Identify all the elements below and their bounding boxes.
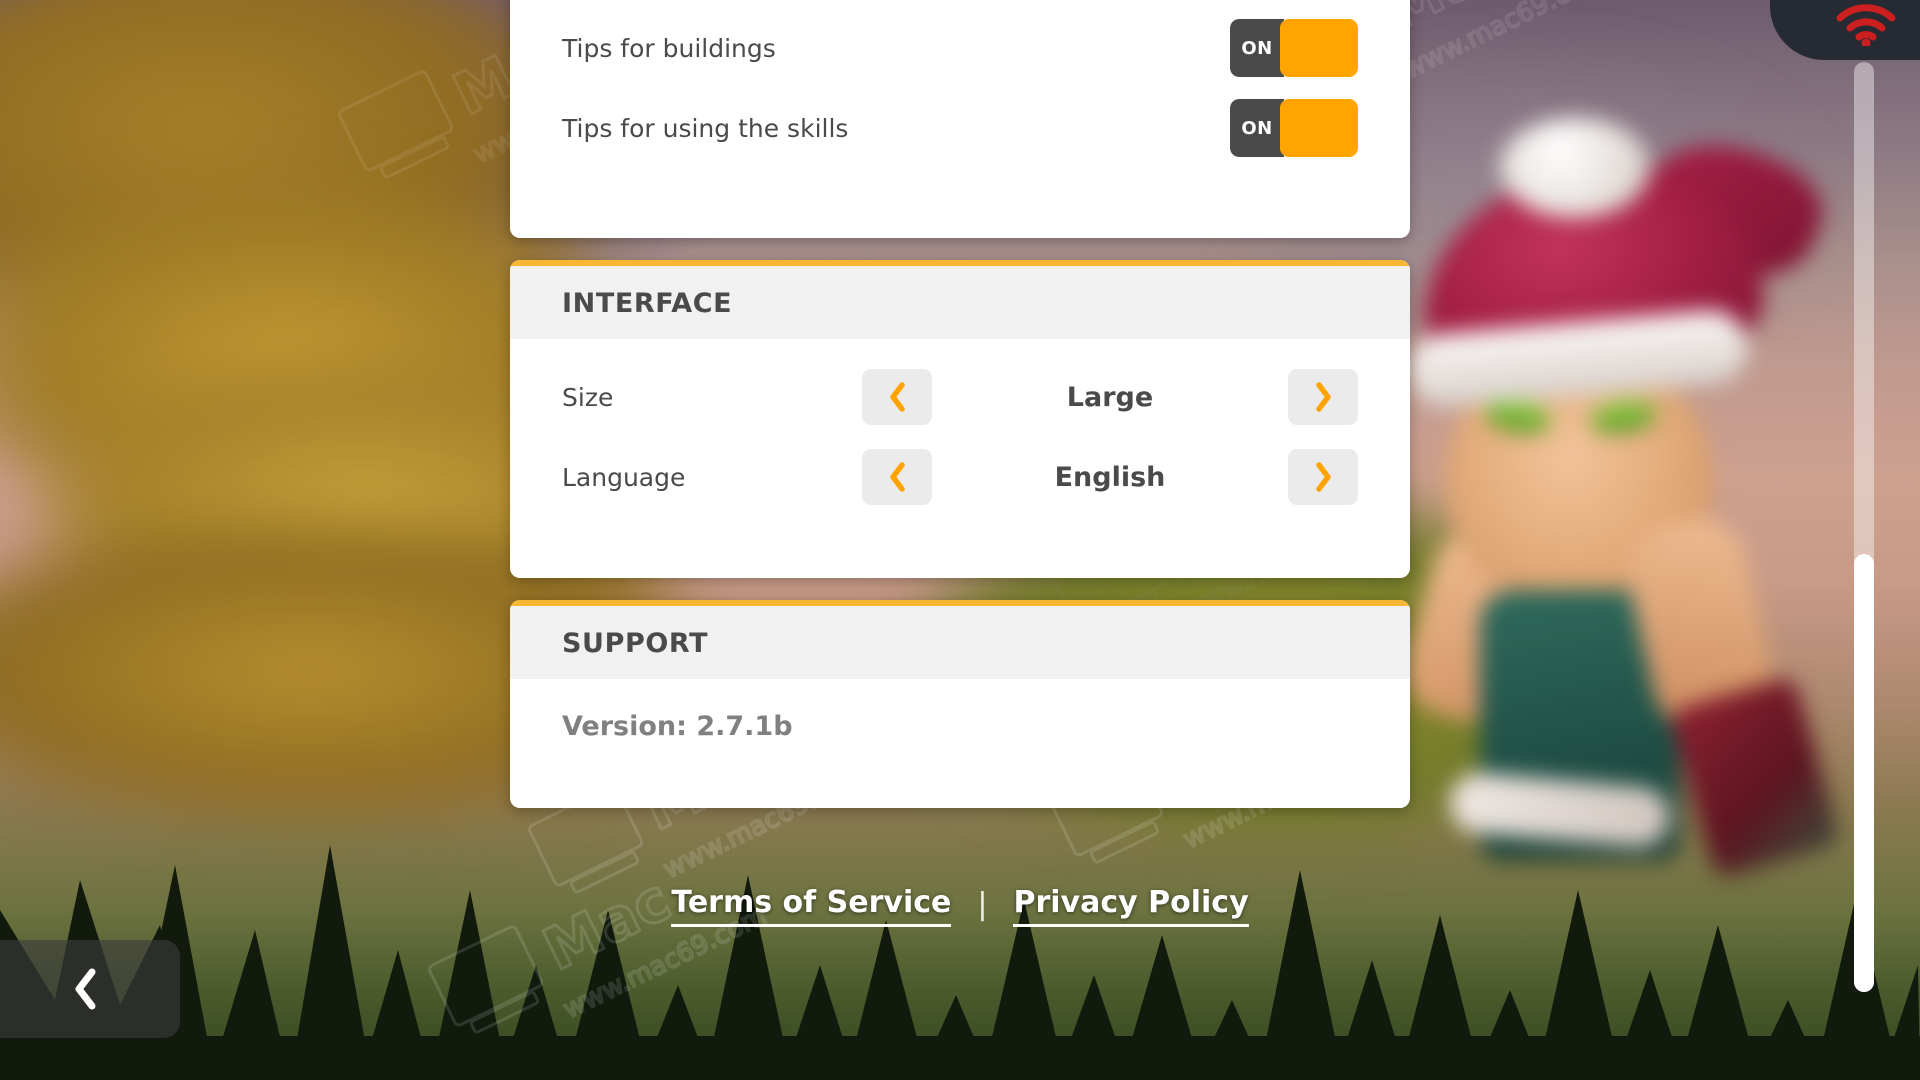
support-panel: SUPPORT Version: 2.7.1b: [510, 600, 1410, 808]
stepper-size: Large: [862, 369, 1358, 425]
option-value-size: Large: [1066, 381, 1154, 413]
tips-panel-body: Tips for morale and forges ON Tips for b…: [510, 0, 1410, 168]
tips-panel: Tips for morale and forges ON Tips for b…: [510, 0, 1410, 238]
option-value-language: English: [1054, 461, 1166, 493]
toggle-tips-skills[interactable]: ON: [1230, 99, 1358, 157]
tip-label: Tips for using the skills: [562, 113, 849, 143]
interface-panel-title: INTERFACE: [562, 288, 733, 319]
language-previous-button[interactable]: [862, 449, 932, 505]
character-hat-pompom: [1500, 118, 1650, 218]
support-panel-body: Version: 2.7.1b: [510, 679, 1410, 742]
stepper-language: English: [862, 449, 1358, 505]
interface-panel: INTERFACE Size Large Language English: [510, 260, 1410, 578]
toggle-tips-buildings[interactable]: ON: [1230, 19, 1358, 77]
chevron-left-icon: [889, 462, 905, 492]
chevron-right-icon: [1315, 462, 1331, 492]
toggle-state-label: ON: [1230, 99, 1284, 157]
footer-links: Terms of Service | Privacy Policy: [0, 885, 1920, 927]
chevron-right-icon: [1315, 382, 1331, 412]
option-label-language: Language: [562, 462, 686, 492]
chevron-left-icon: [889, 382, 905, 412]
tip-label: Tips for buildings: [562, 33, 776, 63]
language-next-button[interactable]: [1288, 449, 1358, 505]
scrollbar-thumb[interactable]: [1854, 554, 1874, 992]
version-label: Version: 2.7.1b: [562, 711, 793, 742]
wifi-disconnected-icon: [1836, 4, 1896, 46]
toggle-state-label: ON: [1230, 19, 1284, 77]
vertical-scrollbar[interactable]: [1854, 62, 1874, 992]
background-character-art: [1390, 90, 1842, 880]
footer-separator: |: [977, 886, 988, 922]
size-previous-button[interactable]: [862, 369, 932, 425]
option-row-language: Language English: [562, 437, 1358, 517]
back-button[interactable]: [0, 940, 180, 1038]
support-panel-header: SUPPORT: [510, 606, 1410, 679]
tip-row: Tips for buildings ON: [562, 8, 1358, 88]
tip-row: Tips for morale and forges ON: [562, 0, 1358, 8]
toggle-knob: [1280, 19, 1358, 77]
privacy-policy-link[interactable]: Privacy Policy: [1013, 885, 1249, 927]
terms-of-service-link[interactable]: Terms of Service: [671, 885, 952, 927]
tip-row: Tips for using the skills ON: [562, 88, 1358, 168]
app-screen: Mac www.mac69.com Mac www.mac69.com Mac …: [0, 0, 1920, 1080]
option-label-size: Size: [562, 382, 614, 412]
toggle-knob: [1280, 99, 1358, 157]
support-panel-title: SUPPORT: [562, 628, 709, 659]
option-row-size: Size Large: [562, 357, 1358, 437]
interface-panel-body: Size Large Language English: [510, 339, 1410, 517]
interface-panel-header: INTERFACE: [510, 266, 1410, 339]
size-next-button[interactable]: [1288, 369, 1358, 425]
chevron-left-icon: [75, 968, 96, 1010]
